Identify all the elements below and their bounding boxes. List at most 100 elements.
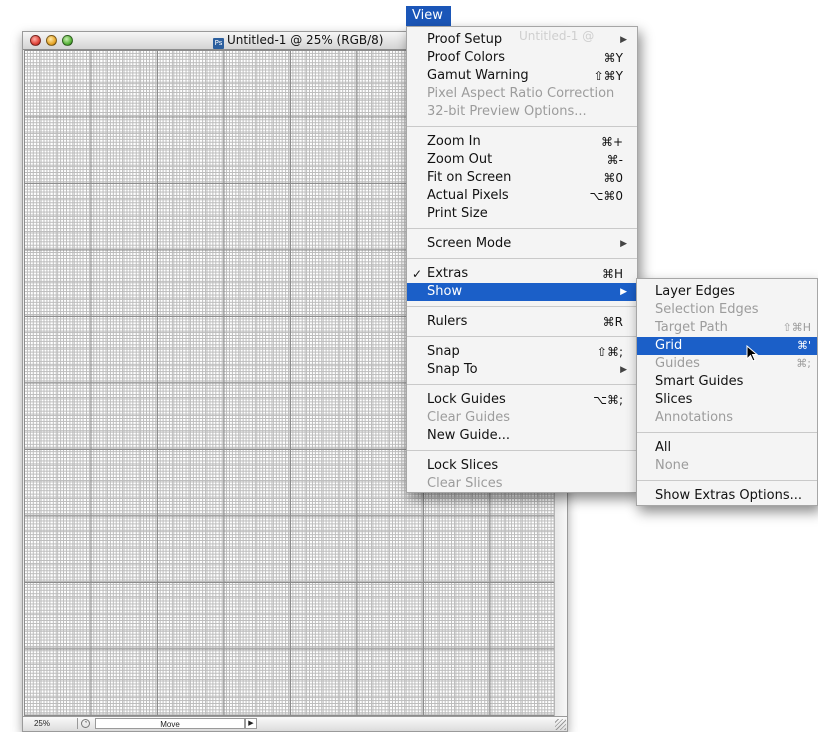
menu-item-lock-slices[interactable]: Lock Slices: [407, 457, 637, 475]
menu-item-gamut-warning[interactable]: Gamut Warning ⇧⌘Y: [407, 67, 637, 85]
menu-item-shortcut: ⌘Y: [603, 51, 623, 65]
menu-item-proof-colors[interactable]: Proof Colors ⌘Y: [407, 49, 637, 67]
menu-item-shortcut: ⌘;: [796, 357, 811, 370]
photoshop-document-icon: Ps: [213, 38, 224, 49]
menu-item-label: 32-bit Preview Options...: [427, 104, 587, 119]
menu-item-new-guide[interactable]: New Guide...: [407, 427, 637, 445]
menu-item-shortcut: ⌘': [796, 339, 811, 352]
menu-item-shortcut: ⇧⌘;: [596, 345, 623, 359]
menu-separator: [407, 126, 637, 127]
zoom-level-field[interactable]: 25%: [25, 718, 78, 729]
submenu-item-grid[interactable]: Grid ⌘': [637, 337, 817, 355]
submenu-item-annotations[interactable]: Annotations: [637, 409, 817, 427]
menu-item-label: Guides: [655, 356, 700, 371]
menu-item-pixel-aspect-ratio-correction[interactable]: Pixel Aspect Ratio Correction: [407, 85, 637, 103]
submenu-item-guides[interactable]: Guides ⌘;: [637, 355, 817, 373]
menu-item-label: Fit on Screen: [427, 170, 512, 185]
resize-grip[interactable]: [555, 719, 566, 730]
menu-separator: [407, 228, 637, 229]
menu-item-label: Print Size: [427, 206, 488, 221]
menu-item-label: Zoom In: [427, 134, 481, 149]
menu-item-zoom-out[interactable]: Zoom Out ⌘-: [407, 151, 637, 169]
submenu-arrow-icon: ▶: [620, 35, 627, 45]
menu-item-label: Screen Mode: [427, 236, 512, 251]
document-title-text: Untitled-1 @ 25% (RGB/8): [227, 33, 384, 47]
menu-item-shortcut: ⌘+: [600, 135, 623, 149]
submenu-item-slices[interactable]: Slices: [637, 391, 817, 409]
menu-view[interactable]: View: [406, 6, 451, 26]
menu-item-label: Clear Guides: [427, 410, 511, 425]
menu-item-label: All: [655, 440, 672, 455]
menu-item-label: Smart Guides: [655, 374, 744, 389]
menu-item-label: Proof Colors: [427, 50, 505, 65]
submenu-arrow-icon: ▶: [620, 239, 627, 249]
close-button[interactable]: [30, 35, 41, 46]
submenu-item-selection-edges[interactable]: Selection Edges: [637, 301, 817, 319]
submenu-item-target-path[interactable]: Target Path ⇧⌘H: [637, 319, 817, 337]
menu-item-label: Actual Pixels: [427, 188, 509, 203]
menu-item-actual-pixels[interactable]: Actual Pixels ⌥⌘0: [407, 187, 637, 205]
menu-item-label: New Guide...: [427, 428, 511, 443]
menu-item-show[interactable]: Show ▶: [407, 283, 637, 301]
status-bar: 25% ◔ Move ▶: [23, 716, 567, 731]
menu-separator: [637, 432, 817, 433]
status-info-icon[interactable]: ◔: [81, 719, 90, 728]
zoom-button[interactable]: [62, 35, 73, 46]
menu-item-label: Show Extras Options...: [655, 488, 802, 503]
menu-item-screen-mode[interactable]: Screen Mode ▶: [407, 235, 637, 253]
menu-item-label: Pixel Aspect Ratio Correction: [427, 86, 615, 101]
menu-item-label: Lock Guides: [427, 392, 506, 407]
submenu-item-none[interactable]: None: [637, 457, 817, 475]
menu-item-rulers[interactable]: Rulers ⌘R: [407, 313, 637, 331]
menu-item-label: None: [655, 458, 689, 473]
menu-item-shortcut: ⇧⌘H: [782, 321, 812, 334]
submenu-arrow-icon: ▶: [620, 365, 627, 375]
menu-item-proof-setup[interactable]: Proof Setup ▶: [407, 31, 637, 49]
menu-item-label: Gamut Warning: [427, 68, 529, 83]
menu-item-extras[interactable]: ✓ Extras ⌘H: [407, 265, 637, 283]
menu-item-label: Zoom Out: [427, 152, 493, 167]
current-tool-field: Move: [95, 718, 245, 729]
menu-item-shortcut: ⌘R: [602, 315, 623, 329]
menu-item-zoom-in[interactable]: Zoom In ⌘+: [407, 133, 637, 151]
menu-item-label: Rulers: [427, 314, 468, 329]
menu-item-fit-on-screen[interactable]: Fit on Screen ⌘0: [407, 169, 637, 187]
menu-separator: [407, 384, 637, 385]
menu-item-label: Snap To: [427, 362, 478, 377]
menu-item-shortcut: ⌥⌘;: [593, 393, 623, 407]
menu-item-label: Lock Slices: [427, 458, 499, 473]
menu-item-lock-guides[interactable]: Lock Guides ⌥⌘;: [407, 391, 637, 409]
submenu-item-smart-guides[interactable]: Smart Guides: [637, 373, 817, 391]
menu-separator: [407, 450, 637, 451]
menu-item-shortcut: ⌥⌘0: [589, 189, 623, 203]
menu-item-label: Slices: [655, 392, 693, 407]
menu-item-snap-to[interactable]: Snap To ▶: [407, 361, 637, 379]
menu-item-32bit-preview-options[interactable]: 32-bit Preview Options...: [407, 103, 637, 121]
document-title: Ps Untitled-1 @ 25% (RGB/8): [213, 33, 384, 49]
menu-item-label: Annotations: [655, 410, 734, 425]
menu-separator: [407, 258, 637, 259]
checkmark-icon: ✓: [412, 267, 423, 281]
menu-item-clear-slices[interactable]: Clear Slices: [407, 475, 637, 493]
menu-item-label: Clear Slices: [427, 476, 503, 491]
submenu-item-show-extras-options[interactable]: Show Extras Options...: [637, 487, 817, 505]
menu-item-snap[interactable]: Snap ⇧⌘;: [407, 343, 637, 361]
view-menu: Untitled-1 @ Proof Setup ▶ Proof Colors …: [406, 26, 638, 493]
menu-item-shortcut: ⇧⌘Y: [593, 69, 623, 83]
minimize-button[interactable]: [46, 35, 57, 46]
menu-item-label: Show: [427, 284, 463, 299]
submenu-item-layer-edges[interactable]: Layer Edges: [637, 283, 817, 301]
menu-item-clear-guides[interactable]: Clear Guides: [407, 409, 637, 427]
menu-item-label: Layer Edges: [655, 284, 735, 299]
menu-item-print-size[interactable]: Print Size: [407, 205, 637, 223]
mouse-pointer-icon: [746, 345, 759, 362]
show-submenu: Layer Edges Selection Edges Target Path …: [636, 278, 818, 506]
menu-item-shortcut: ⌘H: [601, 267, 623, 281]
menu-item-label: Extras: [427, 266, 469, 281]
status-menu-arrow-icon[interactable]: ▶: [245, 718, 257, 729]
submenu-item-all[interactable]: All: [637, 439, 817, 457]
submenu-arrow-icon: ▶: [620, 287, 627, 297]
menu-item-shortcut: ⌘0: [603, 171, 623, 185]
menu-separator: [637, 480, 817, 481]
menu-item-label: Target Path: [655, 320, 728, 335]
